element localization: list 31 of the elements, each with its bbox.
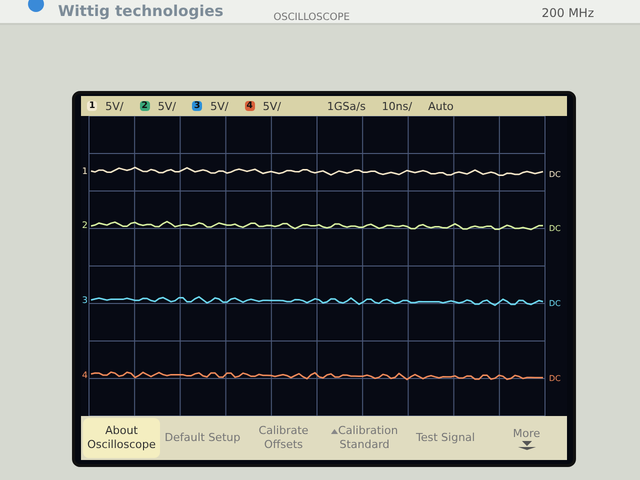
softkey[interactable]: About Oscilloscope bbox=[83, 418, 160, 458]
coupling-label: DC bbox=[549, 224, 561, 233]
channel-scale: 5V/ bbox=[158, 100, 176, 112]
coupling-label: DC bbox=[549, 170, 561, 179]
softkey[interactable]: Calibration Standard bbox=[326, 418, 403, 458]
channel-marker: 3 bbox=[82, 296, 88, 306]
bandwidth-label: 200 MHz bbox=[542, 6, 594, 20]
softkey[interactable]: More bbox=[488, 418, 565, 458]
coupling-label: DC bbox=[549, 299, 561, 308]
channel-badge: 3 bbox=[192, 101, 202, 111]
brand-name: Wittig technologies bbox=[58, 2, 224, 20]
trigger-mode: Auto bbox=[428, 100, 454, 112]
channel-scale: 5V/ bbox=[262, 100, 281, 112]
product-label: OSCILLOSCOPE bbox=[273, 12, 350, 23]
logo-icon bbox=[28, 0, 44, 12]
down-arrow-icon bbox=[518, 440, 536, 450]
channel-marker: 1 bbox=[82, 167, 88, 177]
softkey[interactable]: Test Signal bbox=[407, 418, 484, 458]
channel-marker: 4 bbox=[82, 371, 88, 381]
softkey[interactable]: Calibrate Offsets bbox=[245, 418, 322, 458]
channel-marker: 2 bbox=[82, 221, 88, 231]
up-triangle-icon bbox=[331, 429, 338, 434]
channel-badge: 2 bbox=[140, 101, 150, 111]
channel-badge: 1 bbox=[87, 101, 98, 111]
channel-scale: 5V/ bbox=[210, 100, 228, 112]
timebase: 10ns/ bbox=[382, 100, 412, 112]
coupling-label: DC bbox=[549, 374, 561, 383]
softkey[interactable]: Default Setup bbox=[164, 418, 241, 458]
channel-scale: 5V/ bbox=[105, 100, 124, 112]
channel-badge: 4 bbox=[244, 101, 255, 111]
sample-rate: 1GSa/s bbox=[327, 100, 366, 112]
